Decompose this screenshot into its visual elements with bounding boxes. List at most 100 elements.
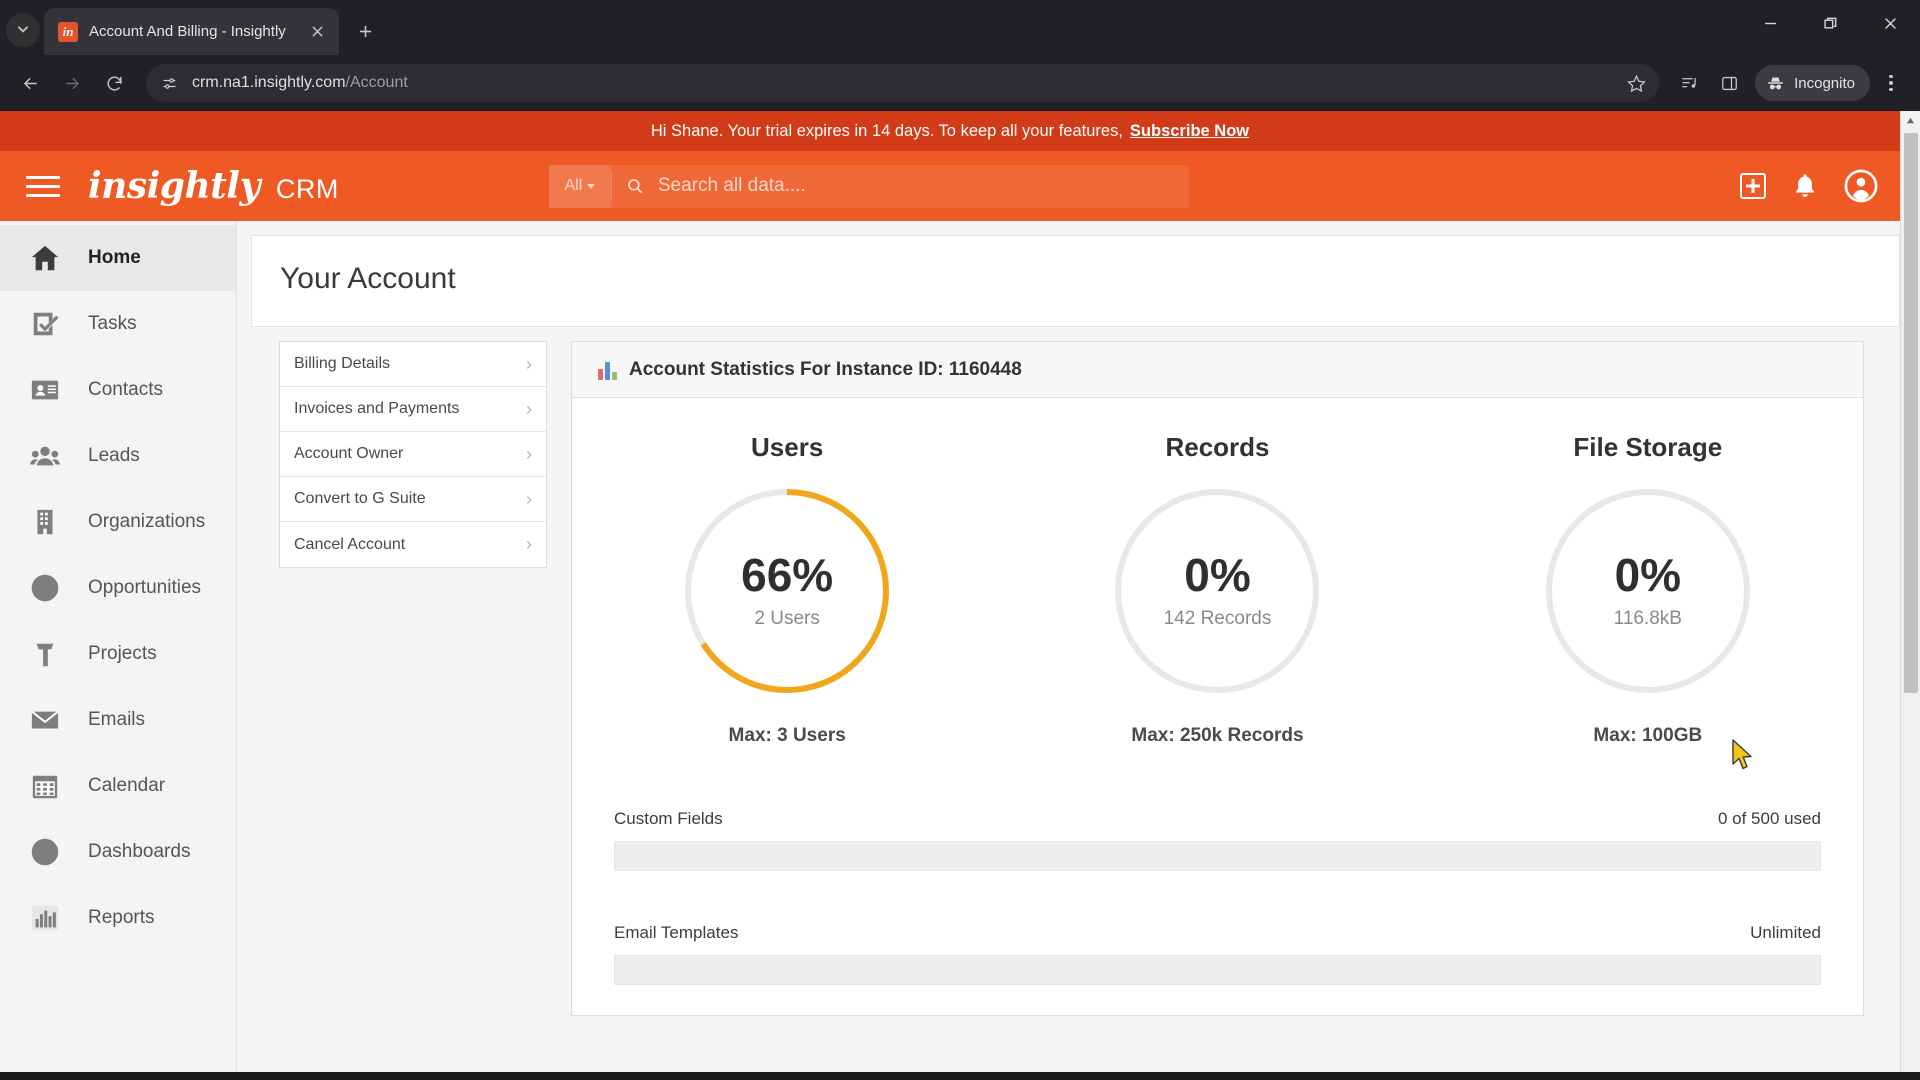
incognito-indicator[interactable]: Incognito: [1755, 65, 1870, 101]
sidebar-label: Organizations: [88, 511, 206, 532]
calendar-icon: [30, 771, 72, 801]
donut-title: Users: [751, 432, 824, 462]
statistics-title: Account Statistics For Instance ID: 1160…: [629, 358, 1022, 380]
account-statistics-panel: Account Statistics For Instance ID: 1160…: [571, 341, 1864, 1016]
people-icon: [30, 441, 72, 471]
insightly-logo: insightly: [88, 165, 260, 207]
donut-ring: 0% 142 Records: [1111, 485, 1323, 697]
browser-toolbar: crm.na1.insightly.com/Account Incognito: [0, 55, 1920, 111]
chevron-right-icon: ›: [526, 488, 532, 509]
sidebar-item-opportunities[interactable]: Opportunities: [0, 555, 236, 621]
media-controls-button[interactable]: [1671, 65, 1707, 101]
donut-percent: 66%: [741, 549, 834, 601]
arrow-left-icon: [23, 77, 37, 89]
usage-bars: Custom Fields 0 of 500 used Email Templa…: [572, 757, 1863, 1015]
star-icon: [1626, 74, 1646, 92]
donut-max-label: Max: 3 Users: [728, 725, 846, 746]
reload-icon: [107, 76, 122, 91]
app-body: Home Tasks Contacts Leads Organizations …: [0, 221, 1900, 1072]
trial-banner: Hi Shane. Your trial expires in 14 days.…: [0, 111, 1900, 151]
donut-detail: 116.8kB: [1613, 608, 1682, 629]
reload-button[interactable]: [96, 65, 132, 101]
forward-button[interactable]: [54, 65, 90, 101]
donut-chart-users: Users 66% 2 Users Max: 3 Users: [572, 432, 1002, 747]
search-scope-dropdown[interactable]: All: [548, 164, 611, 208]
chevron-right-icon: ›: [526, 443, 532, 464]
sidebar-label: Emails: [88, 709, 146, 730]
menu-item-billing-details[interactable]: Billing Details ›: [280, 342, 546, 387]
menu-dot: [1889, 87, 1893, 92]
usage-header: Email Templates Unlimited: [614, 923, 1821, 943]
bell-icon: [1796, 174, 1814, 197]
bookmark-button[interactable]: [1619, 66, 1653, 100]
usage-custom-fields: Custom Fields 0 of 500 used: [614, 809, 1821, 871]
add-new-button[interactable]: [1740, 173, 1766, 199]
page-scrollbar[interactable]: [1900, 111, 1920, 1072]
chrome-menu-button[interactable]: [1874, 65, 1908, 101]
contact-card-icon: [30, 375, 72, 405]
back-button[interactable]: [12, 65, 48, 101]
sidebar-label: Contacts: [88, 379, 163, 400]
subscribe-now-link[interactable]: Subscribe Now: [1130, 122, 1249, 141]
sidebar-item-home[interactable]: Home: [0, 225, 236, 291]
brand[interactable]: insightly CRM: [88, 165, 339, 207]
sidebar-item-projects[interactable]: Projects: [0, 621, 236, 687]
global-search: All: [548, 164, 1189, 208]
sidebar-label: Projects: [88, 643, 157, 664]
menu-item-cancel-account[interactable]: Cancel Account ›: [280, 522, 546, 567]
sidebar-label: Tasks: [88, 313, 137, 334]
browser-tab[interactable]: in Account And Billing - Insightly: [44, 8, 339, 55]
bar: [598, 368, 603, 380]
arrow-right-icon: [65, 77, 79, 89]
menu-label: Account Owner: [294, 445, 404, 462]
nav-menu-toggle[interactable]: [26, 171, 60, 201]
donut-max-label: Max: 250k Records: [1131, 725, 1304, 746]
sidebar-item-dashboards[interactable]: Dashboards: [0, 819, 236, 885]
tab-title: Account And Billing - Insightly: [89, 23, 286, 40]
sidebar-label: Reports: [88, 907, 155, 928]
close-icon: [311, 26, 323, 37]
search-icon: [612, 177, 658, 195]
scrollbar-thumb[interactable]: [1904, 133, 1918, 693]
app-header: insightly CRM All: [0, 151, 1900, 221]
product-name: CRM: [275, 174, 339, 204]
user-profile-button[interactable]: [1844, 169, 1878, 203]
page-viewport: Hi Shane. Your trial expires in 14 days.…: [0, 111, 1920, 1072]
side-panel-button[interactable]: [1711, 65, 1747, 101]
sidebar-item-contacts[interactable]: Contacts: [0, 357, 236, 423]
sidebar-item-calendar[interactable]: Calendar: [0, 753, 236, 819]
tab-close-button[interactable]: [305, 20, 329, 44]
chevron-down-icon: [587, 183, 596, 189]
donut-chart-records: Records 0% 142 Records Max: 250k Records: [1002, 432, 1432, 747]
menu-label: Invoices and Payments: [294, 400, 460, 417]
window-maximize-button[interactable]: [1800, 0, 1860, 47]
menu-item-invoices-and-payments[interactable]: Invoices and Payments ›: [280, 387, 546, 432]
sidebar-item-organizations[interactable]: Organizations: [0, 489, 236, 555]
sidebar-item-tasks[interactable]: Tasks: [0, 291, 236, 357]
new-tab-button[interactable]: [348, 14, 382, 48]
plus-icon: [359, 25, 371, 37]
account-sections: Billing Details › Invoices and Payments …: [251, 341, 1900, 1016]
window-close-button[interactable]: [1860, 0, 1920, 47]
sidebar-label: Dashboards: [88, 841, 191, 862]
menu-item-account-owner[interactable]: Account Owner ›: [280, 432, 546, 477]
menu-label: Billing Details: [294, 355, 391, 372]
sidebar-item-reports[interactable]: Reports: [0, 885, 236, 951]
chevron-right-icon: ›: [526, 398, 532, 419]
site-info-icon[interactable]: [160, 74, 179, 93]
sidebar-item-leads[interactable]: Leads: [0, 423, 236, 489]
hamburger-bar: [26, 184, 60, 188]
notifications-button[interactable]: [1792, 172, 1818, 200]
address-bar[interactable]: crm.na1.insightly.com/Account: [146, 64, 1660, 102]
scroll-up-button[interactable]: [1901, 111, 1920, 129]
insightly-app: Hi Shane. Your trial expires in 14 days.…: [0, 111, 1900, 1072]
search-input[interactable]: [657, 175, 1189, 197]
menu-item-convert-to-g-suite[interactable]: Convert to G Suite ›: [280, 477, 546, 522]
donut-detail: 142 Records: [1163, 608, 1272, 629]
menu-dot: [1889, 74, 1893, 79]
menu-dot: [1889, 81, 1893, 85]
page-title: Your Account: [280, 262, 456, 295]
window-minimize-button[interactable]: [1740, 0, 1800, 47]
sidebar-item-emails[interactable]: Emails: [0, 687, 236, 753]
tab-search-button[interactable]: [6, 13, 40, 47]
